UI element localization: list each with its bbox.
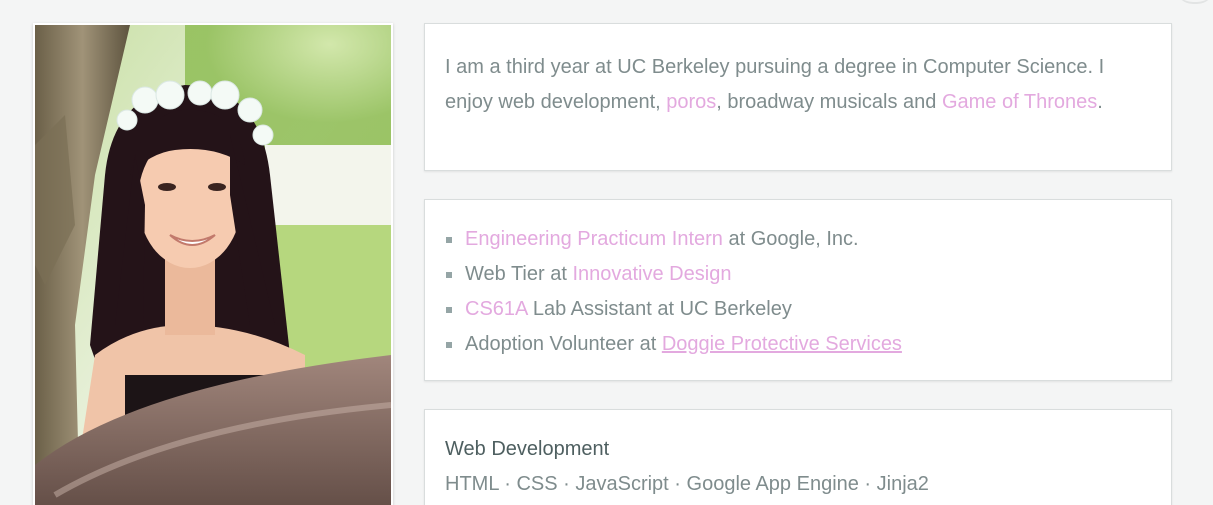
experience-list: Engineering Practicum Intern at Google, … (445, 222, 1151, 362)
experience-item-text: Adoption Volunteer at (465, 333, 662, 355)
square-bullet-icon (446, 237, 452, 243)
profile-page: I am a third year at UC Berkeley pursuin… (0, 0, 1213, 505)
profile-photo (35, 25, 391, 505)
doggie-protective-services-link[interactable]: Doggie Protective Services (662, 333, 902, 355)
skills-list: HTML · CSS · JavaScript · Google App Eng… (445, 473, 929, 495)
bio-text: I am a third year at UC Berkeley pursuin… (445, 50, 1155, 120)
corner-decoration (1175, 0, 1213, 4)
square-bullet-icon (446, 342, 452, 348)
skills-section-title: Web Development (445, 438, 610, 460)
experience-item-text: Web Tier at (465, 263, 573, 285)
experience-item-innovative-design: Web Tier at Innovative Design (445, 257, 1151, 292)
skills-card: Web Development HTML · CSS · JavaScript … (424, 409, 1172, 505)
innovative-design-link[interactable]: Innovative Design (572, 263, 731, 285)
poros-link[interactable]: poros (666, 91, 716, 113)
experience-item-cs61a: CS61A Lab Assistant at UC Berkeley (445, 292, 1151, 327)
experience-item-doggie-protective: Adoption Volunteer at Doggie Protective … (445, 327, 1151, 362)
square-bullet-icon (446, 272, 452, 278)
bio-card: I am a third year at UC Berkeley pursuin… (424, 23, 1172, 171)
game-of-thrones-link[interactable]: Game of Thrones (942, 91, 1097, 113)
cs61a-link[interactable]: CS61A (465, 298, 527, 320)
experience-item-google: Engineering Practicum Intern at Google, … (445, 222, 1151, 257)
engineering-practicum-intern-link[interactable]: Engineering Practicum Intern (465, 228, 723, 250)
experience-card: Engineering Practicum Intern at Google, … (424, 199, 1172, 381)
profile-photo-card (33, 23, 393, 505)
bio-text-part-3: . (1097, 91, 1103, 113)
bio-text-part-2: , broadway musicals and (716, 91, 942, 113)
square-bullet-icon (446, 307, 452, 313)
experience-item-text: at Google, Inc. (722, 228, 859, 250)
experience-item-text: Lab Assistant at UC Berkeley (527, 298, 792, 320)
